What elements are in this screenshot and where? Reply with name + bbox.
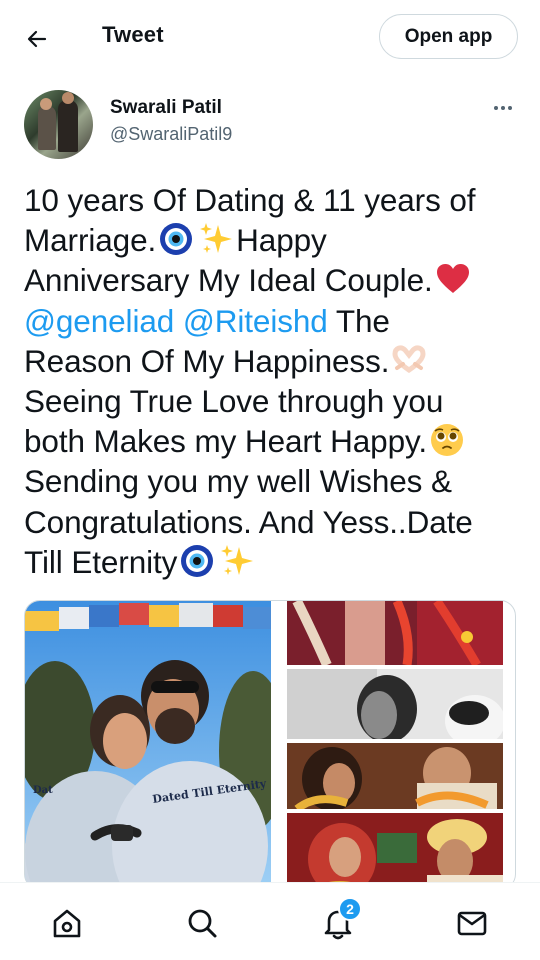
mention-link[interactable]: @geneliad xyxy=(24,303,174,339)
tweet-author: Swarali Patil @SwaraliPatil9 xyxy=(0,88,540,168)
collage-tile-ceremony xyxy=(287,813,503,889)
tweet-text-segment: both Makes my Heart Happy. xyxy=(24,423,427,460)
nazar-amulet-icon xyxy=(181,544,214,577)
notification-badge: 2 xyxy=(338,897,362,921)
sparkles-icon xyxy=(221,544,254,575)
search-icon xyxy=(188,909,217,938)
avatar[interactable] xyxy=(24,90,93,159)
tweet-line: Marriage. Happy xyxy=(24,220,520,260)
tweet-text-segment: Happy xyxy=(236,222,327,259)
tweet-line: @geneliad @Riteishd The xyxy=(24,301,520,341)
heart-hands-icon xyxy=(392,345,426,373)
tweet-text: 10 years Of Dating & 11 years of Marriag… xyxy=(24,180,520,582)
collage-tile-garland xyxy=(287,601,503,665)
pleading-face-icon xyxy=(430,424,463,457)
tweet-text-segment: Anniversary My Ideal Couple. xyxy=(24,262,433,299)
author-name[interactable]: Swarali Patil xyxy=(110,97,222,119)
svg-text:Dat: Dat xyxy=(33,785,53,796)
sparkles-icon xyxy=(200,223,233,254)
red-heart-icon xyxy=(436,264,469,294)
tweet-line: Till Eternity xyxy=(24,542,520,582)
mention-link[interactable]: @Riteishd xyxy=(183,303,328,339)
tweet-text-segment: Marriage. xyxy=(24,222,157,259)
back-button[interactable] xyxy=(18,20,56,58)
back-arrow-icon xyxy=(27,30,47,48)
home-icon xyxy=(53,909,81,938)
couple-photo[interactable]: Dated Till Eternity Dat xyxy=(25,601,271,889)
more-icon xyxy=(494,106,498,110)
tweet-line: Anniversary My Ideal Couple. xyxy=(24,260,520,300)
tweet-line: 10 years Of Dating & 11 years of xyxy=(24,182,476,218)
nav-search[interactable] xyxy=(182,903,222,943)
tweet-text-segment: Reason Of My Happiness. xyxy=(24,342,390,379)
nav-messages[interactable] xyxy=(452,903,492,943)
tweet-text-segment: The xyxy=(327,302,390,339)
nazar-amulet-icon xyxy=(160,223,193,256)
nav-home[interactable] xyxy=(47,903,87,943)
tweet-media: Dated Till Eternity Dat xyxy=(24,600,516,890)
tweet-line: Seeing True Love through you xyxy=(24,383,444,420)
tweet-line: Reason Of My Happiness. xyxy=(24,341,520,381)
bottom-nav xyxy=(0,882,540,960)
tweet-line: Congratulations. And Yess..Date xyxy=(24,503,473,540)
tweet-line: both Makes my Heart Happy. xyxy=(24,421,520,461)
tweet-line: Sending you my well Wishes & xyxy=(24,463,452,500)
page-title: Tweet xyxy=(102,22,164,47)
collage-tile-bw xyxy=(287,669,503,739)
more-button[interactable] xyxy=(488,96,518,120)
collage-photo[interactable] xyxy=(287,601,503,889)
tweet-text-segment: Till Eternity xyxy=(24,543,178,580)
mail-icon xyxy=(457,911,487,936)
top-bar: Tweet Open app xyxy=(0,0,540,75)
author-handle[interactable]: @SwaraliPatil9 xyxy=(110,124,232,145)
open-app-button[interactable]: Open app xyxy=(379,14,518,59)
collage-tile-wedding xyxy=(287,743,503,809)
